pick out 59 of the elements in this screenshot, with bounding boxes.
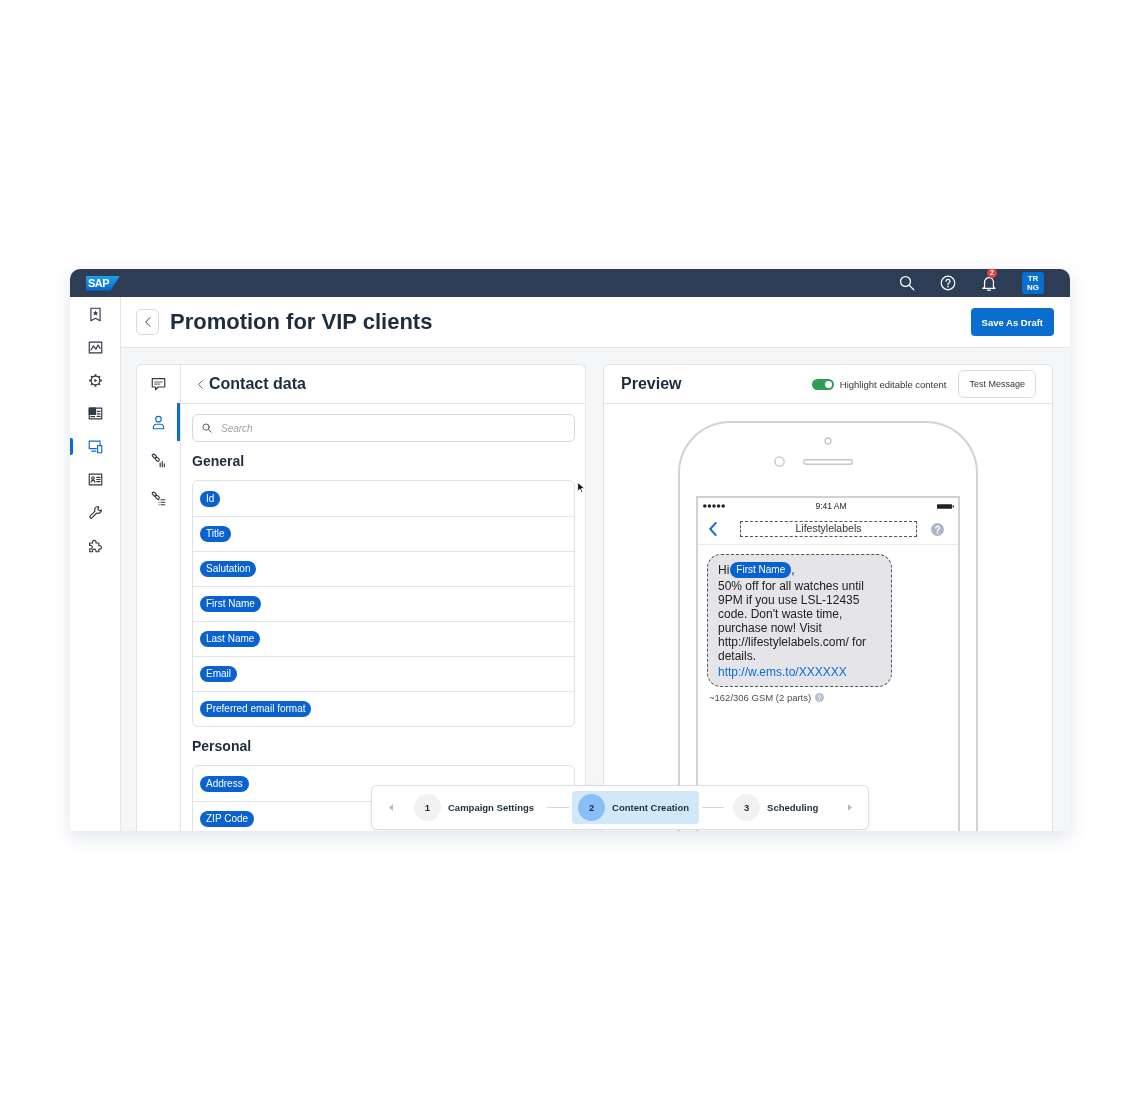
sender-name: Lifestylelabels	[740, 521, 917, 537]
wizard-step[interactable]: 1 Campaign Settings	[408, 791, 545, 824]
wrench-icon	[87, 505, 103, 520]
chevron-left-icon	[144, 317, 151, 327]
bookmark-star-icon	[87, 307, 103, 322]
field-token[interactable]: First Name	[200, 596, 261, 612]
field-token[interactable]: Preferred email format	[200, 701, 312, 717]
link-list-icon	[151, 490, 166, 506]
field-token[interactable]: Address	[200, 775, 249, 792]
puzzle-icon	[87, 538, 103, 553]
gear-icon	[87, 373, 103, 388]
wizard-step[interactable]: 3 Scheduling	[727, 791, 829, 824]
search-icon[interactable]	[899, 275, 915, 291]
toggle-label: Highlight editable content	[839, 378, 947, 390]
devices-icon	[87, 439, 103, 454]
sensor-icon	[824, 437, 832, 445]
message-text: 50% off for all watches until 9PM if you use LSL-12435 code. Don't waste time, purchase now! Visit http://lifestylelabels.com/ for details.	[718, 579, 868, 663]
panel-title: Preview	[621, 375, 682, 393]
chevron-left-icon[interactable]	[198, 379, 203, 389]
signal-dots-icon	[703, 504, 725, 508]
speaker-icon	[803, 458, 853, 465]
field-token[interactable]: Salutation	[200, 561, 257, 577]
field-token[interactable]: Email	[200, 666, 237, 682]
chevron-left-icon[interactable]	[709, 522, 717, 536]
field-token[interactable]: First Name	[730, 562, 792, 578]
field-token[interactable]: Last Name	[200, 631, 261, 647]
message-text: Hi	[718, 563, 730, 577]
user-avatar[interactable]: TR NG	[1022, 272, 1044, 294]
person-icon	[151, 414, 166, 430]
search-icon	[202, 423, 212, 433]
step-number: 3	[733, 794, 761, 821]
logo[interactable]: SAP	[86, 275, 121, 291]
section-heading: Personal	[192, 738, 253, 755]
line-chart-icon	[87, 340, 103, 355]
character-counter: ~162/306 GSM (2 parts)	[709, 692, 812, 703]
message-link[interactable]: http://w.ems.to/XXXXXX	[718, 665, 847, 679]
field-token[interactable]: ZIP Code	[200, 811, 255, 827]
toggle-switch[interactable]	[811, 378, 834, 390]
page-title: Promotion for VIP clients	[170, 309, 433, 335]
battery-icon	[937, 503, 954, 509]
save-draft-button[interactable]: Save As Draft	[970, 308, 1054, 336]
camera-icon	[774, 456, 785, 467]
search-field[interactable]: Search	[192, 414, 575, 442]
field-token[interactable]: Id	[200, 490, 221, 507]
panel-title: Contact data	[209, 375, 306, 393]
message-text: ,	[791, 563, 795, 577]
bell-icon[interactable]	[981, 275, 997, 291]
image-document-icon	[87, 406, 103, 421]
help-icon[interactable]	[940, 275, 956, 291]
wizard-step[interactable]: 2 Content Creation	[572, 791, 700, 824]
link-chart-icon	[151, 452, 166, 468]
status-time: 9:41 AM	[815, 501, 847, 511]
step-number: 2	[578, 794, 606, 821]
step-number: 1	[414, 794, 441, 821]
sms-chat-icon	[151, 376, 166, 392]
contact-card-icon	[87, 472, 103, 487]
field-token[interactable]: Title	[200, 526, 231, 542]
section-heading: General	[192, 453, 246, 470]
test-message-button[interactable]: Test Message	[958, 370, 1036, 398]
